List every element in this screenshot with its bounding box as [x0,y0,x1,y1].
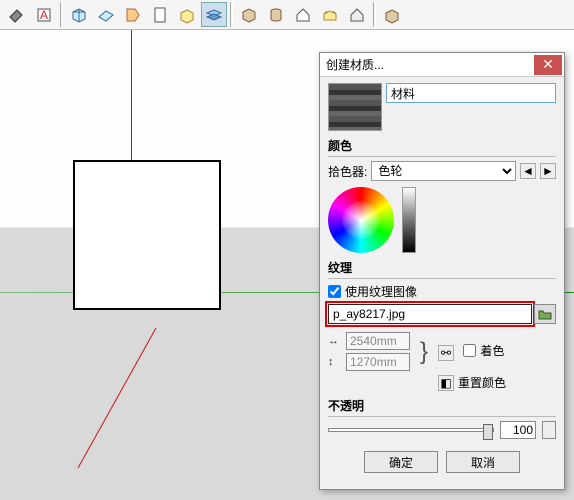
tool-plane-icon[interactable] [93,2,119,27]
ok-button[interactable]: 确定 [364,451,438,473]
close-button[interactable]: ✕ [534,55,562,75]
tool-house2-icon[interactable] [344,2,370,27]
material-name-input[interactable] [386,83,556,103]
toolbar-separator [60,2,63,27]
tool-sheet-icon[interactable] [147,2,173,27]
opacity-input[interactable] [500,421,536,439]
value-slider[interactable] [402,187,416,253]
use-texture-input[interactable] [328,285,341,298]
texture-width-input[interactable] [346,332,410,350]
tool-tag-icon[interactable] [120,2,146,27]
dialog-titlebar[interactable]: 创建材质... ✕ [320,53,564,77]
create-material-dialog: 创建材质... ✕ 颜色 拾色器: 色轮 ◄ ► 纹理 使用纹理图像 ↔ [319,52,565,490]
opacity-slider[interactable] [328,428,494,432]
aspect-lock-icon[interactable]: ⚯ [438,345,454,361]
tool-box-open-icon[interactable] [174,2,200,27]
tool-3dtext-icon[interactable]: A [31,2,57,27]
texture-height-input[interactable] [346,353,410,371]
opacity-spinner[interactable] [542,421,556,439]
material-thumbnail [328,83,382,131]
tool-layers-icon[interactable] [201,2,227,27]
forward-icon[interactable]: ► [540,163,556,179]
width-icon: ↔ [328,335,342,347]
tool-cylinder-icon[interactable] [263,2,289,27]
reset-color-icon[interactable]: ◧ [438,375,454,391]
back-icon[interactable]: ◄ [520,163,536,179]
browse-file-button[interactable] [534,304,556,324]
reset-color-label: 重置颜色 [458,374,506,391]
toolbar-separator [373,2,376,27]
use-texture-label: 使用纹理图像 [345,283,417,300]
axis-y-red [70,328,190,478]
use-texture-checkbox[interactable]: 使用纹理图像 [328,283,556,300]
colorize-label: 着色 [480,342,504,359]
toolbar-separator [230,2,233,27]
tool-house-icon[interactable] [290,2,316,27]
model-face[interactable] [73,160,221,310]
height-icon: ↕ [328,356,342,368]
tool-cube-icon[interactable] [66,2,92,27]
tool-open-box-icon[interactable] [317,2,343,27]
main-toolbar: A [0,0,574,30]
color-wheel[interactable] [328,187,394,253]
dialog-title: 创建材质... [326,56,534,73]
cancel-button[interactable]: 取消 [446,451,520,473]
tool-box2-icon[interactable] [236,2,262,27]
section-texture-label: 纹理 [328,259,556,279]
colorize-checkbox[interactable]: 着色 [463,342,504,359]
brace-icon: } [420,343,434,361]
colorize-input[interactable] [463,344,476,357]
tool-paint-bucket-icon[interactable] [4,2,30,27]
texture-file-input[interactable] [328,304,532,324]
picker-select[interactable]: 色轮 [371,161,516,181]
picker-label: 拾色器: [328,163,367,180]
tool-package-icon[interactable] [379,2,405,27]
section-opacity-label: 不透明 [328,397,556,417]
svg-text:A: A [40,8,48,22]
section-color-label: 颜色 [328,137,556,157]
